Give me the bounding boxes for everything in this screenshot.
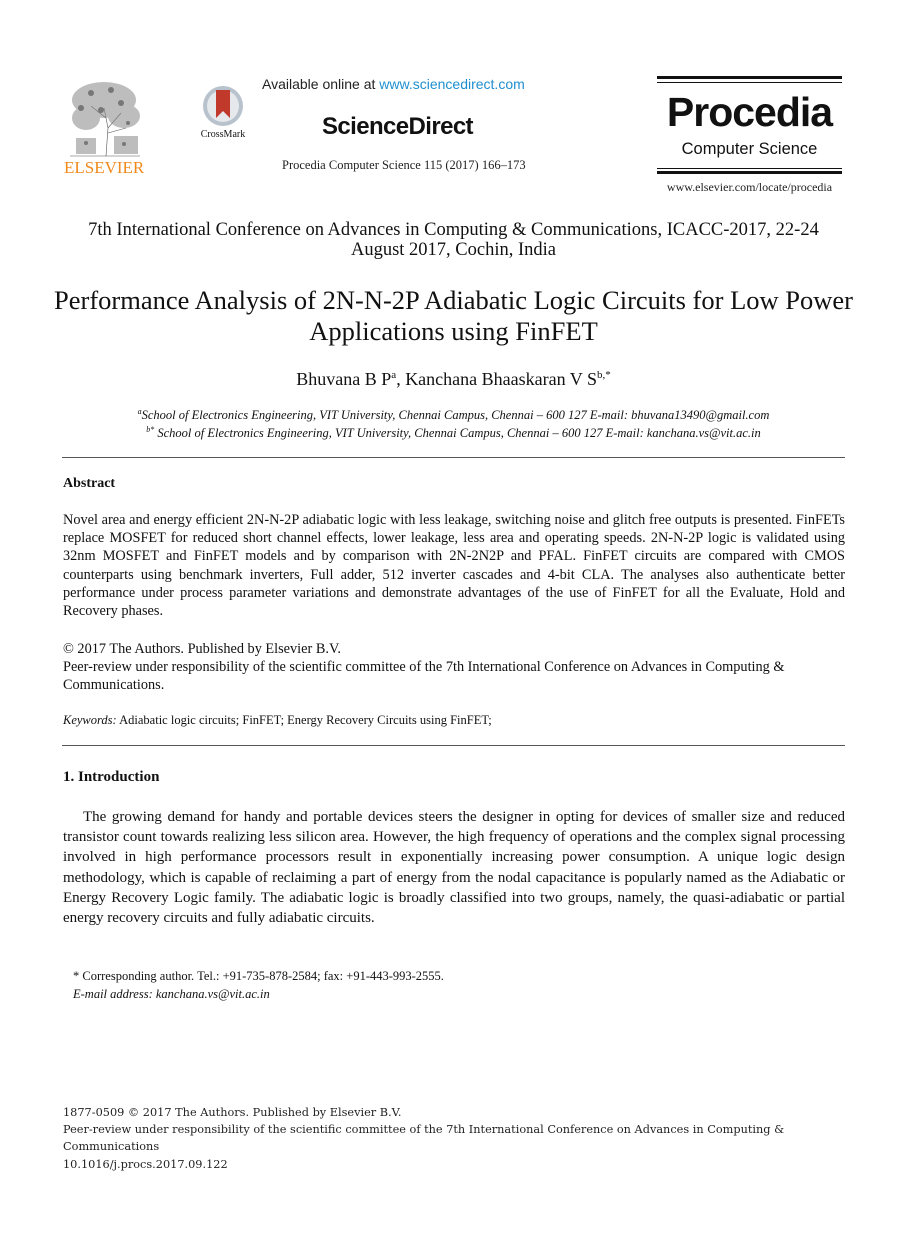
keywords: Keywords: Adiabatic logic circuits; FinF… xyxy=(63,713,492,728)
procedia-subtitle: Computer Science xyxy=(681,140,818,158)
sciencedirect-logo: ScienceDirect xyxy=(322,113,474,140)
corresponding-email: E-mail address: kanchana.vs@vit.ac.in xyxy=(73,987,270,1001)
introduction-text: The growing demand for handy and portabl… xyxy=(63,809,845,927)
peer-review-line: Peer-review under responsibility of the … xyxy=(63,1123,785,1137)
elsevier-logo: ELSEVIER xyxy=(62,74,152,179)
crossmark-badge[interactable]: CrossMark xyxy=(192,84,254,144)
issn-line: 1877-0509 © 2017 The Authors. Published … xyxy=(63,1106,402,1119)
available-prefix: Available online at xyxy=(262,76,380,92)
keywords-text: Adiabatic logic circuits; FinFET; Energy… xyxy=(116,713,492,727)
divider xyxy=(62,457,845,458)
author-name: Kanchana Bhaaskaran V S xyxy=(405,369,597,389)
journal-url[interactable]: www.elsevier.com/locate/procedia xyxy=(657,180,842,195)
crossmark-icon xyxy=(203,86,243,126)
author-affil-marker: a xyxy=(391,369,397,381)
doi[interactable]: 10.1016/j.procs.2017.09.122 xyxy=(63,1156,823,1173)
author-list: Bhuvana B Pa, Kanchana Bhaaskaran V Sb,* xyxy=(296,369,611,389)
divider xyxy=(657,168,842,169)
procedia-logo: Procedia Computer Science xyxy=(657,76,842,176)
crossmark-label: CrossMark xyxy=(200,129,246,140)
divider xyxy=(62,745,845,746)
affil-text: School of Electronics Engineering, VIT U… xyxy=(141,408,770,423)
affil-text: School of Electronics Engineering, VIT U… xyxy=(154,426,761,441)
keywords-label: Keywords: xyxy=(63,713,117,727)
affiliation: aSchool of Electronics Engineering, VIT … xyxy=(62,407,845,423)
conference-name: 7th International Conference on Advances… xyxy=(88,220,819,260)
peer-review-statement: Peer-review under responsibility of the … xyxy=(63,659,785,694)
abstract-heading: Abstract xyxy=(63,476,116,491)
peer-review-line: Communications xyxy=(63,1140,160,1154)
available-online: Available online at www.sciencedirect.co… xyxy=(262,76,525,92)
elsevier-wordmark: ELSEVIER xyxy=(64,158,145,177)
copyright-line: © 2017 The Authors. Published by Elsevie… xyxy=(63,641,341,657)
divider xyxy=(657,82,842,83)
procedia-title: Procedia xyxy=(666,89,833,135)
section-heading: 1. Introduction xyxy=(63,769,160,785)
corresponding-author: * Corresponding author. Tel.: +91-735-87… xyxy=(73,969,444,983)
sciencedirect-link[interactable]: www.sciencedirect.com xyxy=(379,76,525,92)
divider xyxy=(657,76,842,79)
paper-title: Performance Analysis of 2N-N-2P Adiabati… xyxy=(54,285,853,346)
journal-reference: Procedia Computer Science 115 (2017) 166… xyxy=(282,158,526,172)
abstract-text: Novel area and energy efficient 2N-N-2P … xyxy=(63,512,845,620)
elsevier-tree-icon xyxy=(70,82,140,157)
footnote: * Corresponding author. Tel.: +91-735-87… xyxy=(73,967,444,1003)
divider xyxy=(657,171,842,174)
affiliation: b* School of Electronics Engineering, VI… xyxy=(62,425,845,441)
author-name: Bhuvana B P xyxy=(296,369,392,389)
license-block: 1877-0509 © 2017 The Authors. Published … xyxy=(63,1104,823,1173)
author-affil-marker: b,* xyxy=(596,369,611,381)
